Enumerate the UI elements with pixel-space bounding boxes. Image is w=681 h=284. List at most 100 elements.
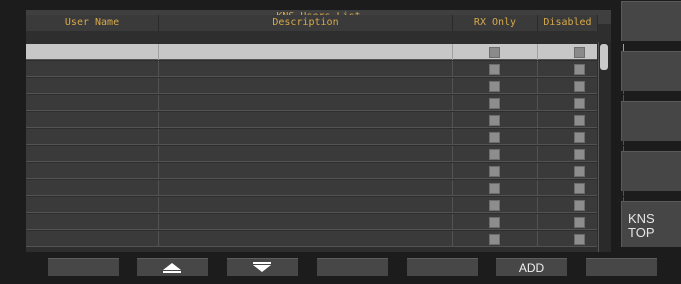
disabled-cell[interactable] bbox=[538, 231, 624, 247]
description-cell[interactable] bbox=[159, 78, 453, 94]
user-name-cell[interactable] bbox=[26, 214, 159, 230]
disabled-checkbox[interactable] bbox=[574, 183, 585, 194]
table-row[interactable] bbox=[26, 231, 624, 247]
user-name-cell[interactable] bbox=[26, 163, 159, 179]
user-name-cell[interactable] bbox=[26, 61, 159, 77]
description-cell[interactable] bbox=[159, 112, 453, 128]
bottom-softkey-1[interactable] bbox=[48, 258, 119, 276]
user-name-cell[interactable] bbox=[26, 197, 159, 213]
rx-only-checkbox[interactable] bbox=[489, 217, 500, 228]
kns-top-button[interactable]: KNS TOP bbox=[621, 201, 681, 247]
rx-only-cell[interactable] bbox=[453, 44, 538, 60]
table-row[interactable] bbox=[26, 214, 624, 230]
disabled-cell[interactable] bbox=[538, 146, 624, 162]
table-row[interactable] bbox=[26, 95, 624, 111]
disabled-checkbox[interactable] bbox=[574, 166, 585, 177]
disabled-checkbox[interactable] bbox=[574, 217, 585, 228]
table-row[interactable] bbox=[26, 197, 624, 213]
disabled-checkbox[interactable] bbox=[574, 200, 585, 211]
rx-only-cell[interactable] bbox=[453, 214, 538, 230]
rx-only-cell[interactable] bbox=[453, 180, 538, 196]
disabled-checkbox[interactable] bbox=[574, 149, 585, 160]
table-row[interactable] bbox=[26, 78, 624, 94]
disabled-checkbox[interactable] bbox=[574, 115, 585, 126]
description-cell[interactable] bbox=[159, 163, 453, 179]
description-cell[interactable] bbox=[159, 231, 453, 247]
side-softkey-1[interactable] bbox=[621, 1, 681, 41]
description-cell[interactable] bbox=[159, 44, 453, 60]
description-cell[interactable] bbox=[159, 61, 453, 77]
disabled-cell[interactable] bbox=[538, 129, 624, 145]
bottom-softkey-4[interactable] bbox=[317, 258, 388, 276]
description-cell[interactable] bbox=[159, 214, 453, 230]
bottom-softkey-7[interactable] bbox=[586, 258, 657, 276]
disabled-checkbox[interactable] bbox=[574, 98, 585, 109]
column-header-description: Description bbox=[159, 15, 453, 31]
description-cell[interactable] bbox=[159, 95, 453, 111]
column-header-user-name: User Name bbox=[26, 15, 159, 31]
rx-only-checkbox[interactable] bbox=[489, 64, 500, 75]
rx-only-cell[interactable] bbox=[453, 197, 538, 213]
disabled-checkbox[interactable] bbox=[574, 81, 585, 92]
rx-only-checkbox[interactable] bbox=[489, 115, 500, 126]
table-row[interactable] bbox=[26, 44, 624, 60]
bottom-softkey-5[interactable] bbox=[407, 258, 478, 276]
rx-only-cell[interactable] bbox=[453, 146, 538, 162]
user-name-cell[interactable] bbox=[26, 180, 159, 196]
rx-only-cell[interactable] bbox=[453, 78, 538, 94]
rx-only-cell[interactable] bbox=[453, 231, 538, 247]
user-name-cell[interactable] bbox=[26, 95, 159, 111]
disabled-checkbox[interactable] bbox=[574, 234, 585, 245]
rx-only-cell[interactable] bbox=[453, 112, 538, 128]
user-name-cell[interactable] bbox=[26, 78, 159, 94]
disabled-cell[interactable] bbox=[538, 44, 624, 60]
disabled-cell[interactable] bbox=[538, 78, 624, 94]
user-name-cell[interactable] bbox=[26, 146, 159, 162]
scroll-up-button[interactable] bbox=[137, 258, 208, 276]
table-row[interactable] bbox=[26, 163, 624, 179]
scroll-down-button[interactable] bbox=[227, 258, 298, 276]
description-cell[interactable] bbox=[159, 146, 453, 162]
description-cell[interactable] bbox=[159, 197, 453, 213]
rx-only-checkbox[interactable] bbox=[489, 47, 500, 58]
rx-only-checkbox[interactable] bbox=[489, 234, 500, 245]
disabled-cell[interactable] bbox=[538, 180, 624, 196]
rx-only-checkbox[interactable] bbox=[489, 81, 500, 92]
user-name-cell[interactable] bbox=[26, 129, 159, 145]
table-row[interactable] bbox=[26, 112, 624, 128]
disabled-cell[interactable] bbox=[538, 112, 624, 128]
list-scrollbar[interactable] bbox=[598, 42, 611, 252]
user-name-cell[interactable] bbox=[26, 231, 159, 247]
table-row[interactable] bbox=[26, 129, 624, 145]
table-row[interactable] bbox=[26, 180, 624, 196]
rx-only-checkbox[interactable] bbox=[489, 132, 500, 143]
rx-only-cell[interactable] bbox=[453, 163, 538, 179]
rx-only-checkbox[interactable] bbox=[489, 149, 500, 160]
disabled-cell[interactable] bbox=[538, 197, 624, 213]
rx-only-cell[interactable] bbox=[453, 129, 538, 145]
rx-only-checkbox[interactable] bbox=[489, 200, 500, 211]
user-name-cell[interactable] bbox=[26, 44, 159, 60]
disabled-checkbox[interactable] bbox=[574, 47, 585, 58]
scrollbar-thumb[interactable] bbox=[600, 44, 608, 70]
table-row[interactable] bbox=[26, 61, 624, 77]
table-row[interactable] bbox=[26, 146, 624, 162]
description-cell[interactable] bbox=[159, 129, 453, 145]
rx-only-cell[interactable] bbox=[453, 95, 538, 111]
rx-only-checkbox[interactable] bbox=[489, 98, 500, 109]
user-name-cell[interactable] bbox=[26, 112, 159, 128]
disabled-checkbox[interactable] bbox=[574, 132, 585, 143]
side-softkey-2[interactable] bbox=[621, 51, 681, 91]
add-button[interactable]: ADD bbox=[496, 258, 567, 276]
disabled-cell[interactable] bbox=[538, 214, 624, 230]
disabled-cell[interactable] bbox=[538, 163, 624, 179]
description-cell[interactable] bbox=[159, 180, 453, 196]
disabled-cell[interactable] bbox=[538, 61, 624, 77]
rx-only-checkbox[interactable] bbox=[489, 166, 500, 177]
side-softkey-3[interactable] bbox=[621, 101, 681, 141]
disabled-cell[interactable] bbox=[538, 95, 624, 111]
disabled-checkbox[interactable] bbox=[574, 64, 585, 75]
rx-only-checkbox[interactable] bbox=[489, 183, 500, 194]
rx-only-cell[interactable] bbox=[453, 61, 538, 77]
side-softkey-4[interactable] bbox=[621, 151, 681, 191]
